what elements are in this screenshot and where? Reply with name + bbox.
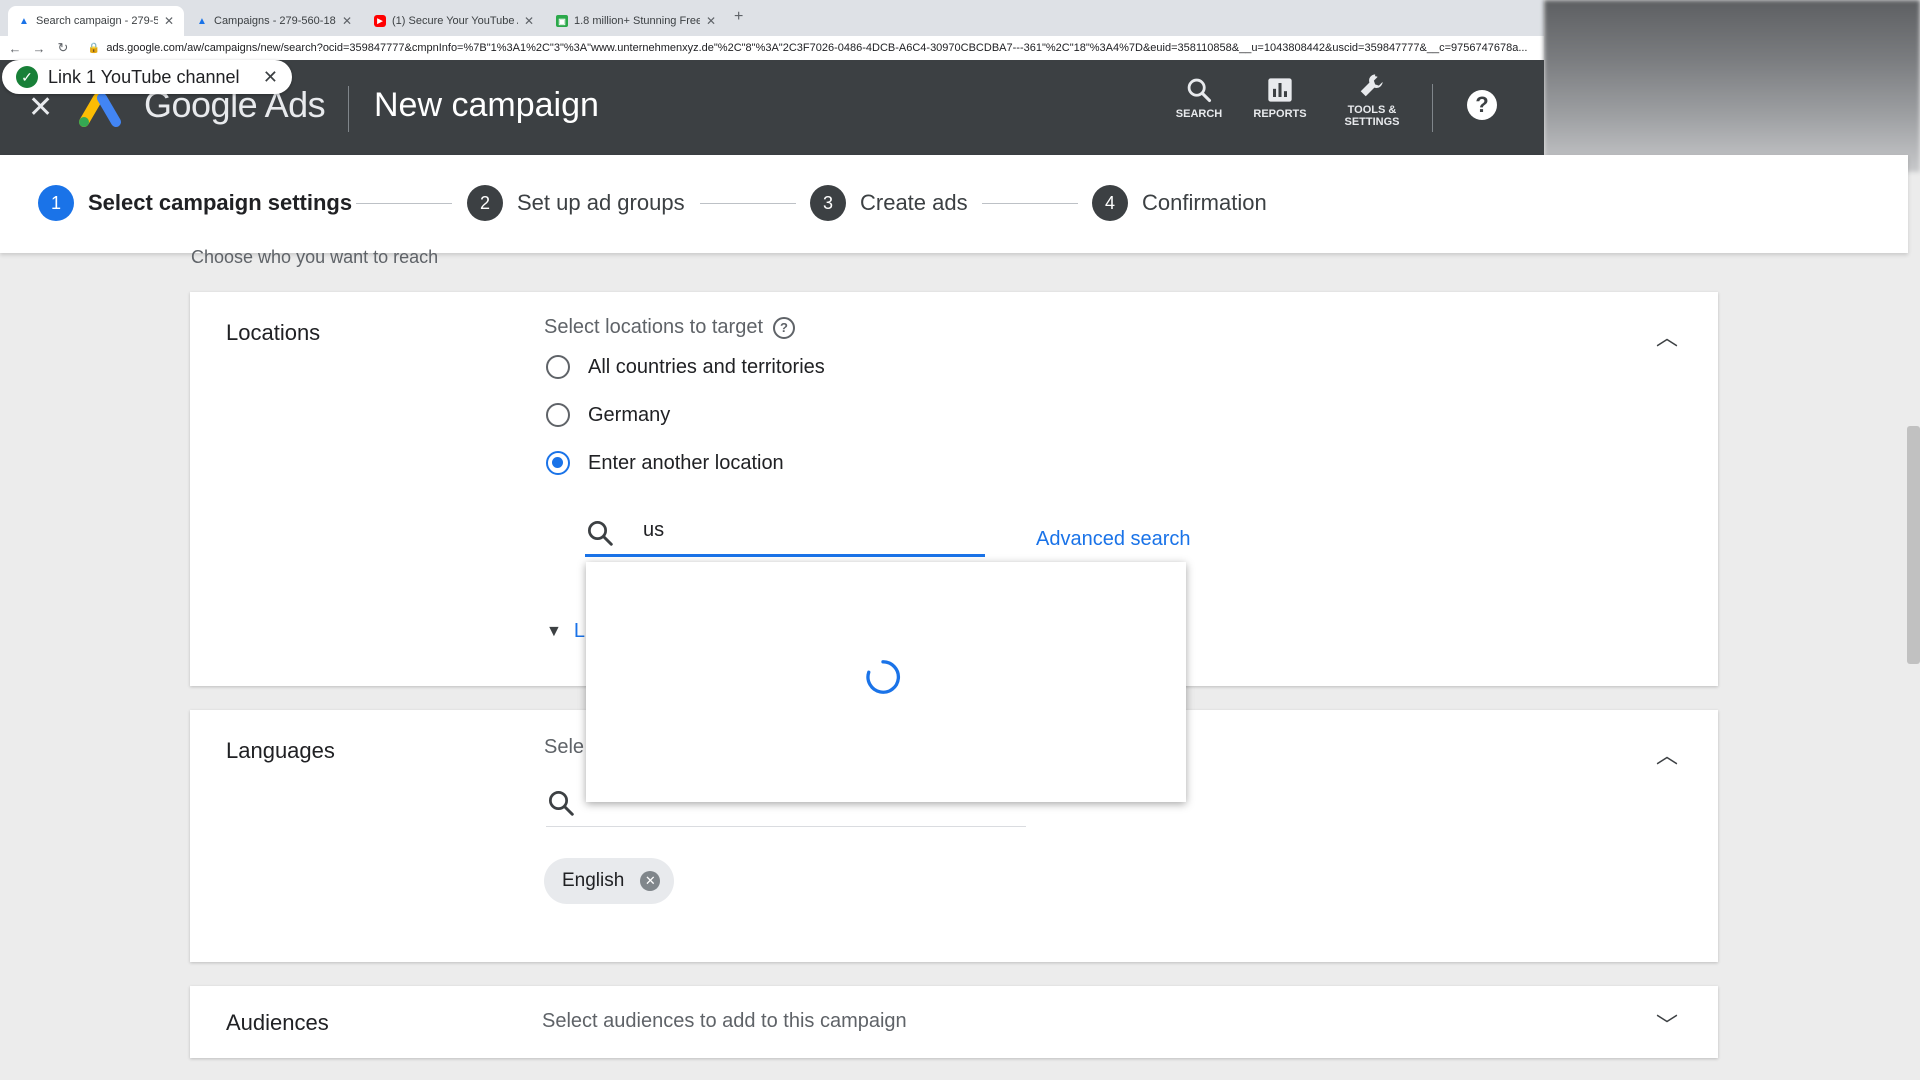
youtube-link-toast: ✓ Link 1 YouTube channel ✕ <box>2 60 292 94</box>
wrench-icon <box>1360 74 1383 97</box>
step-select-campaign-settings[interactable]: 1 Select campaign settings <box>38 185 352 221</box>
close-tab-icon[interactable]: ✕ <box>524 14 534 28</box>
help-icon[interactable]: ? <box>1467 90 1497 120</box>
section-intro: Choose who you want to reach <box>191 247 439 267</box>
remove-chip-icon[interactable]: ✕ <box>640 871 661 891</box>
new-tab-button[interactable]: + <box>734 8 743 26</box>
back-icon[interactable]: ← <box>6 41 24 56</box>
languages-prompt: Sele <box>544 736 585 758</box>
audiences-title: Audiences <box>226 1010 329 1035</box>
campaign-stepper: 1 Select campaign settings 2 Set up ad g… <box>0 155 1908 253</box>
lock-icon: 🔒 <box>87 42 101 54</box>
address-bar: ← → ↻ 🔒 ads.google.com/aw/campaigns/new/… <box>0 36 1544 60</box>
loading-spinner-icon <box>866 660 900 694</box>
close-tab-icon[interactable]: ✕ <box>342 14 352 28</box>
tools-settings-button[interactable]: TOOLS & SETTINGS <box>1330 70 1414 128</box>
location-suggestions-dropdown <box>586 562 1186 802</box>
browser-tab[interactable]: ▲ Search campaign - 279-560-1 ✕ <box>8 6 184 36</box>
browser-tab[interactable]: ▣ 1.8 million+ Stunning Free Ima ✕ <box>546 6 726 36</box>
google-ads-logo-icon <box>79 93 121 127</box>
close-tab-icon[interactable]: ✕ <box>164 14 174 28</box>
step-create-ads[interactable]: 3 Create ads <box>810 185 968 221</box>
browser-tab[interactable]: ▲ Campaigns - 279-560-1893 - ✕ <box>186 6 362 36</box>
forward-icon[interactable]: → <box>30 41 48 56</box>
search-icon <box>1187 78 1212 103</box>
languages-title: Languages <box>226 738 335 763</box>
audiences-card[interactable]: Audiences Select audiences to add to thi… <box>190 986 1718 1058</box>
check-circle-icon: ✓ <box>16 66 38 88</box>
step-set-up-ad-groups[interactable]: 2 Set up ad groups <box>467 185 685 221</box>
reports-button[interactable]: REPORTS <box>1238 76 1322 120</box>
search-button[interactable]: SEARCH <box>1157 76 1241 120</box>
location-search-input[interactable] <box>641 518 965 543</box>
location-option-another[interactable]: Enter another location <box>546 451 784 475</box>
header-divider <box>1432 84 1433 132</box>
reload-icon[interactable]: ↻ <box>54 40 72 56</box>
browser-tab[interactable]: ▶ (1) Secure Your YouTube Acco ✕ <box>364 6 544 36</box>
browser-tab-bar: ▲ Search campaign - 279-560-1 ✕ ▲ Campai… <box>0 0 1544 36</box>
radio-button[interactable] <box>546 355 570 379</box>
location-options-toggle[interactable]: ▼ L <box>546 620 585 643</box>
close-tab-icon[interactable]: ✕ <box>706 14 716 28</box>
locations-prompt: Select locations to target ? <box>544 316 796 339</box>
close-toast-icon[interactable]: ✕ <box>263 67 278 88</box>
header-divider <box>348 86 349 132</box>
page-scrollbar[interactable] <box>1907 426 1920 664</box>
youtube-favicon-icon: ▶ <box>374 15 386 27</box>
expand-audiences-icon[interactable]: ﹀ <box>1656 1008 1678 1040</box>
close-icon[interactable]: ✕ <box>28 90 53 125</box>
image-site-favicon-icon: ▣ <box>556 15 568 27</box>
chevron-down-icon: ▼ <box>546 622 562 640</box>
url-field[interactable]: ads.google.com/aw/campaigns/new/search?o… <box>106 42 1544 54</box>
reports-icon <box>1268 78 1292 102</box>
location-option-germany[interactable]: Germany <box>546 403 670 427</box>
blurred-background <box>1544 0 1920 172</box>
audiences-prompt: Select audiences to add to this campaign <box>542 1010 907 1032</box>
collapse-languages-icon[interactable]: ︿ <box>1656 738 1678 770</box>
search-icon <box>549 791 574 816</box>
advanced-search-link[interactable]: Advanced search <box>1036 528 1191 551</box>
page-title: New campaign <box>374 86 599 124</box>
google-ads-favicon-icon: ▲ <box>19 15 29 27</box>
step-confirmation[interactable]: 4 Confirmation <box>1092 185 1267 221</box>
search-icon <box>588 521 613 546</box>
toast-text: Link 1 YouTube channel <box>48 66 240 87</box>
collapse-locations-icon[interactable]: ︿ <box>1656 320 1678 352</box>
language-chip-english: English ✕ <box>544 858 675 904</box>
step-connector <box>982 203 1078 204</box>
help-circle-icon[interactable]: ? <box>773 316 796 339</box>
step-connector <box>356 203 452 204</box>
location-search-field[interactable] <box>585 512 985 557</box>
radio-button-selected[interactable] <box>546 451 570 475</box>
radio-button[interactable] <box>546 403 570 427</box>
locations-title: Locations <box>226 320 321 345</box>
step-connector <box>700 203 796 204</box>
google-ads-favicon-icon: ▲ <box>197 15 207 27</box>
location-option-all[interactable]: All countries and territories <box>546 355 825 379</box>
